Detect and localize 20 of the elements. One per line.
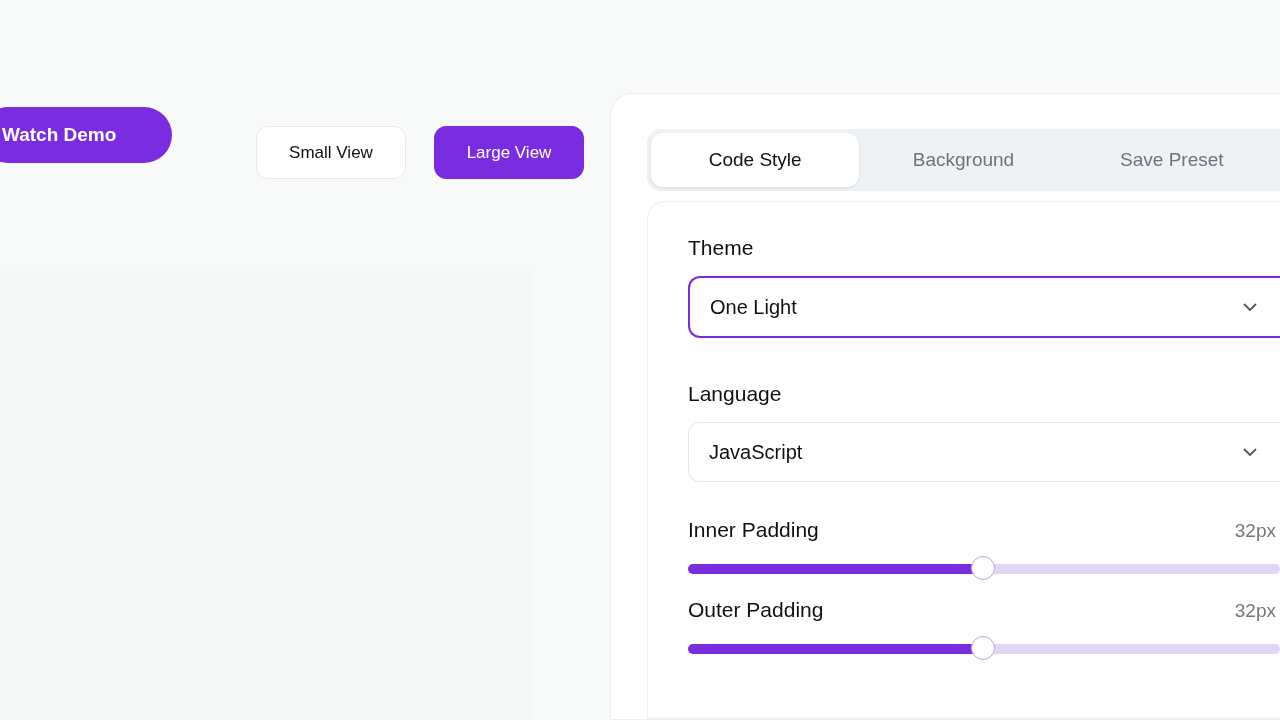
slider-handle[interactable] [971, 556, 995, 580]
tab[interactable]: Background [859, 133, 1068, 187]
dropdown-select[interactable]: One Light [688, 276, 1280, 338]
slider-handle[interactable] [971, 636, 995, 660]
watch-demo-button[interactable]: Watch Demo [0, 107, 172, 163]
dropdown-select[interactable]: JavaScript [688, 422, 1280, 482]
slider-value: 32px [1234, 520, 1276, 542]
chevron-down-icon [1242, 447, 1258, 457]
view-toggle-button[interactable]: Small View [256, 126, 406, 179]
field-label: Theme [688, 236, 755, 260]
tab[interactable]: Code Style [651, 133, 860, 187]
chevron-down-icon [1242, 302, 1258, 312]
slider-value: 32px [1234, 600, 1276, 622]
field-label: Language [688, 382, 783, 406]
slider-label: Inner Padding [688, 518, 819, 542]
tab[interactable]: Save Preset [1067, 133, 1276, 187]
slider-track[interactable] [688, 556, 1280, 582]
slider-label: Outer Padding [688, 598, 824, 622]
view-toggle-button[interactable]: Large View [434, 126, 584, 179]
slider-track[interactable] [688, 636, 1280, 662]
